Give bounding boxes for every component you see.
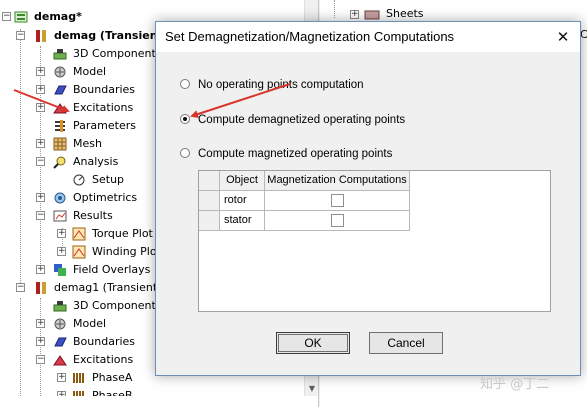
tree-item-label: Winding Plot	[92, 245, 161, 258]
cell-magnetization	[265, 211, 410, 231]
expand-icon[interactable]: +	[36, 85, 45, 94]
ok-button[interactable]: OK	[276, 332, 350, 354]
plot-icon	[72, 245, 86, 259]
expand-icon[interactable]: +	[350, 10, 359, 19]
magnetization-checkbox[interactable]	[331, 214, 344, 227]
model-icon	[54, 66, 66, 78]
tree-item-label: Mesh	[73, 137, 102, 150]
tree-item-label: Analysis	[73, 155, 119, 168]
expand-icon[interactable]: +	[36, 103, 45, 112]
column-header-object[interactable]: Object	[220, 171, 265, 191]
collapse-icon[interactable]: −	[16, 31, 25, 40]
tree-item-label: Excitations	[73, 101, 134, 114]
expand-icon[interactable]: +	[57, 373, 66, 382]
row-header[interactable]	[199, 191, 220, 211]
tree-item-label: PhaseA	[92, 371, 133, 384]
sheets-icon	[364, 10, 380, 20]
excitations-icon	[53, 355, 67, 366]
collapse-icon[interactable]: −	[36, 157, 45, 166]
expand-icon[interactable]: +	[36, 337, 45, 346]
cell-object[interactable]: stator	[220, 211, 265, 231]
model-icon	[54, 318, 66, 330]
expand-icon[interactable]: +	[36, 139, 45, 148]
tree-item-label: Field Overlays	[73, 263, 151, 276]
collapse-icon[interactable]: −	[16, 283, 25, 292]
boundaries-icon	[54, 85, 67, 95]
components-icon	[53, 49, 67, 60]
cancel-button[interactable]: Cancel	[369, 332, 443, 354]
tree-item-label: Results	[73, 209, 113, 222]
project-icon	[14, 11, 28, 23]
column-header-magnetization[interactable]: Magnetization Computations	[265, 171, 410, 191]
optimetrics-icon	[54, 192, 66, 204]
winding-icon	[73, 391, 84, 396]
parameters-icon	[55, 120, 65, 132]
cell-magnetization	[265, 191, 410, 211]
magnetization-checkbox[interactable]	[331, 194, 344, 207]
field-overlays-icon	[54, 264, 66, 276]
tree-item-label: 3D Components	[73, 47, 162, 60]
boundaries-icon	[54, 337, 67, 347]
dialog-titlebar[interactable]: Set Demagnetization/Magnetization Comput…	[156, 22, 580, 52]
row-header[interactable]	[199, 211, 220, 231]
tree-item-label: Optimetrics	[73, 191, 138, 204]
grid-corner	[199, 171, 220, 191]
expand-icon[interactable]: +	[36, 67, 45, 76]
radio-button-selected[interactable]	[180, 114, 190, 124]
setup-icon	[73, 174, 85, 186]
cell-object[interactable]: rotor	[220, 191, 265, 211]
results-icon	[53, 210, 67, 222]
winding-icon	[73, 373, 84, 383]
components-icon	[53, 301, 67, 312]
tree-item-label: Model	[73, 65, 107, 78]
design-label: demag (Transient	[54, 29, 163, 42]
tree-item-label: Boundaries	[73, 83, 136, 96]
expand-icon[interactable]: +	[57, 247, 66, 256]
tree-item-label: Setup	[92, 173, 125, 186]
tree-item-label: Excitations	[73, 353, 134, 366]
demagnetization-dialog: Set Demagnetization/Magnetization Comput…	[155, 21, 581, 376]
excitations-icon	[53, 103, 67, 114]
dialog-title: Set Demagnetization/Magnetization Comput…	[165, 29, 455, 44]
option-label: Compute demagnetized operating points	[198, 114, 406, 126]
option-label: No operating points computation	[198, 79, 364, 91]
tree-item-label: 3D Components	[73, 299, 162, 312]
tree-item-label: Model	[73, 317, 107, 330]
collapse-icon[interactable]: −	[36, 211, 45, 220]
tree-item-label: Torque Plot 1	[92, 227, 164, 240]
radio-button[interactable]	[180, 79, 190, 89]
plot-icon	[72, 227, 86, 241]
collapse-icon[interactable]: −	[36, 355, 45, 364]
collapse-icon[interactable]: −	[2, 12, 11, 21]
radio-button[interactable]	[180, 148, 190, 158]
analysis-icon	[53, 156, 66, 169]
tree-item-label: Parameters	[73, 119, 136, 132]
expand-icon[interactable]: +	[57, 229, 66, 238]
maxwell-design-icon	[36, 30, 46, 42]
maxwell-design-icon	[36, 282, 46, 294]
sheets-label: Sheets	[386, 7, 424, 20]
mesh-icon	[53, 137, 67, 151]
expand-icon[interactable]: +	[36, 193, 45, 202]
tree-item-label: PhaseB	[92, 389, 133, 396]
watermark: 知乎 @丁二	[480, 377, 550, 392]
expand-icon[interactable]: +	[36, 319, 45, 328]
expand-icon[interactable]: +	[36, 265, 45, 274]
scroll-down-icon[interactable]: ▼	[305, 382, 318, 396]
tree-item-label: Boundaries	[73, 335, 136, 348]
tree-root-label: demag*	[34, 10, 82, 23]
close-button[interactable]: ✕	[546, 22, 580, 52]
magnetization-grid: Object Magnetization Computations rotor …	[198, 170, 551, 312]
option-label: Compute magnetized operating points	[198, 148, 393, 160]
